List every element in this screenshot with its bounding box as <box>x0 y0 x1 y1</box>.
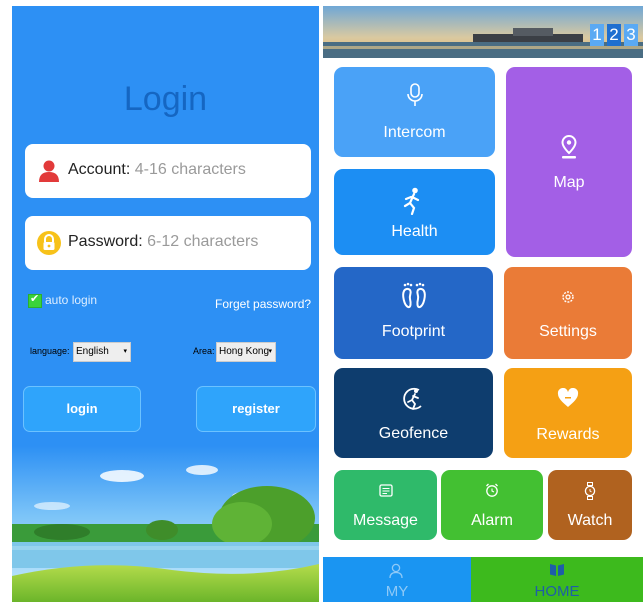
map-tile[interactable]: Map <box>506 67 632 257</box>
settings-tile[interactable]: Settings <box>504 267 632 359</box>
home-screen: 1 2 3 Intercom Map Health Footprint Sett… <box>323 6 643 602</box>
landscape-image <box>12 446 319 602</box>
language-label: language: <box>30 346 70 356</box>
alarm-label: Alarm <box>471 512 513 529</box>
watch-label: Watch <box>567 512 613 529</box>
footprint-tile[interactable]: Footprint <box>334 267 493 359</box>
rewards-tile[interactable]: Rewards <box>504 368 632 458</box>
dropdown-arrow-icon: ▾ <box>268 348 272 355</box>
watch-tile[interactable]: Watch <box>548 470 632 540</box>
map-label: Map <box>553 174 585 191</box>
lock-icon <box>37 231 61 255</box>
page-indicator-2[interactable]: 2 <box>607 24 621 46</box>
person-icon <box>389 563 403 579</box>
auto-login-label: auto login <box>45 293 98 307</box>
geofence-label: Geofence <box>378 425 449 442</box>
footprint-label: Footprint <box>381 323 446 340</box>
password-label: Password: <box>68 233 143 250</box>
checkbox-icon: ✔ <box>30 293 40 305</box>
page-title: Login <box>123 80 208 118</box>
rewards-label: Rewards <box>536 426 600 443</box>
nav-my-label: MY <box>385 583 409 600</box>
dropdown-arrow-icon: ▾ <box>123 348 127 355</box>
user-icon <box>39 160 59 182</box>
nav-my[interactable]: MY <box>323 557 471 602</box>
footprints-icon <box>402 282 426 309</box>
alarm-tile[interactable]: Alarm <box>441 470 543 540</box>
auto-login-checkbox[interactable]: ✔ <box>28 293 42 308</box>
login-screen: Login Account: 4-16 characters Password:… <box>12 6 319 602</box>
intercom-label: Intercom <box>383 124 446 141</box>
intercom-tile[interactable]: Intercom <box>334 67 495 157</box>
health-tile[interactable]: Health <box>334 169 495 255</box>
map-pin-icon <box>561 135 577 159</box>
account-placeholder: 4-16 characters <box>134 161 246 178</box>
page-indicator-1[interactable]: 1 <box>590 24 604 46</box>
page-indicator-3[interactable]: 3 <box>624 24 638 46</box>
password-field[interactable]: Password: 6-12 characters <box>25 216 311 270</box>
settings-label: Settings <box>539 323 597 340</box>
nav-home[interactable]: HOME <box>471 557 643 602</box>
watch-icon <box>584 482 596 500</box>
heart-icon <box>557 388 579 407</box>
message-icon <box>379 484 393 497</box>
gear-icon <box>562 291 574 303</box>
book-icon <box>550 564 564 576</box>
geofence-runner-icon <box>403 387 422 410</box>
area-select[interactable]: Hong Kong ▾ <box>216 342 276 362</box>
language-select[interactable]: English ▾ <box>73 342 131 362</box>
message-tile[interactable]: Message <box>334 470 437 540</box>
nav-home-label: HOME <box>534 583 580 600</box>
area-value: Hong Kong <box>219 346 270 357</box>
login-button[interactable]: login <box>23 386 141 432</box>
message-label: Message <box>353 512 418 529</box>
language-value: English <box>76 346 109 357</box>
register-button[interactable]: register <box>196 386 316 432</box>
account-field[interactable]: Account: 4-16 characters <box>25 144 311 198</box>
forget-password-link[interactable]: Forget password? <box>215 297 311 311</box>
area-label: Area: <box>193 346 215 356</box>
health-label: Health <box>391 223 438 240</box>
password-placeholder: 6-12 characters <box>147 233 259 250</box>
geofence-tile[interactable]: Geofence <box>334 368 493 458</box>
account-label: Account: <box>68 161 131 178</box>
runner-icon <box>403 187 420 215</box>
microphone-icon <box>407 83 423 106</box>
alarm-clock-icon <box>486 483 498 497</box>
